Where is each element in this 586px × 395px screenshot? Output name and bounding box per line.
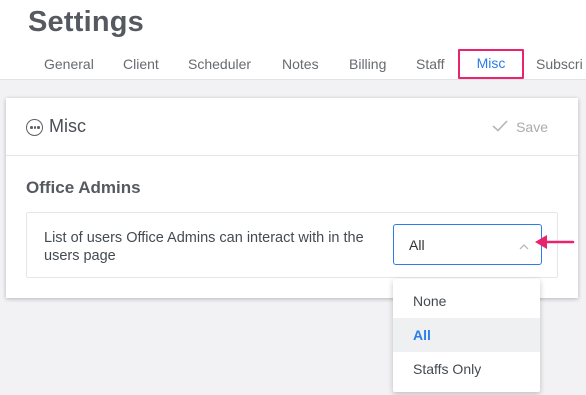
tab-scheduler[interactable]: Scheduler: [188, 50, 251, 80]
tab-subscription[interactable]: Subscri: [536, 50, 583, 80]
card-header: Misc Save: [6, 98, 578, 156]
tab-client[interactable]: Client: [123, 50, 159, 80]
check-icon: [492, 119, 508, 135]
settings-header: Settings General Client Scheduler Notes …: [0, 0, 586, 80]
section-title: Office Admins: [26, 178, 141, 197]
chevron-up-icon: [519, 239, 529, 250]
tab-billing[interactable]: Billing: [349, 50, 386, 80]
option-staffs-only[interactable]: Staffs Only: [393, 352, 540, 386]
more-horizontal-icon: [26, 119, 43, 136]
card-title: Misc: [49, 116, 86, 136]
annotation-arrow-icon: [533, 232, 575, 252]
save-button[interactable]: Save: [492, 117, 548, 137]
option-none[interactable]: None: [393, 284, 540, 318]
option-all[interactable]: All: [393, 318, 540, 352]
tab-misc[interactable]: Misc: [458, 49, 524, 79]
page-title: Settings: [28, 6, 144, 38]
setting-row: List of users Office Admins can interact…: [26, 212, 558, 278]
tab-staff[interactable]: Staff: [416, 50, 445, 80]
misc-settings-card: Misc Save Office Admins List of users Of…: [6, 98, 578, 298]
select-dropdown-menu: None All Staffs Only: [393, 279, 540, 392]
select-value: All: [409, 237, 425, 253]
settings-tabs: General Client Scheduler Notes Billing S…: [0, 49, 586, 80]
tab-notes[interactable]: Notes: [282, 50, 319, 80]
setting-label: List of users Office Admins can interact…: [44, 230, 364, 264]
users-scope-select[interactable]: All: [393, 224, 542, 265]
tab-general[interactable]: General: [44, 50, 94, 80]
save-label: Save: [516, 119, 548, 135]
